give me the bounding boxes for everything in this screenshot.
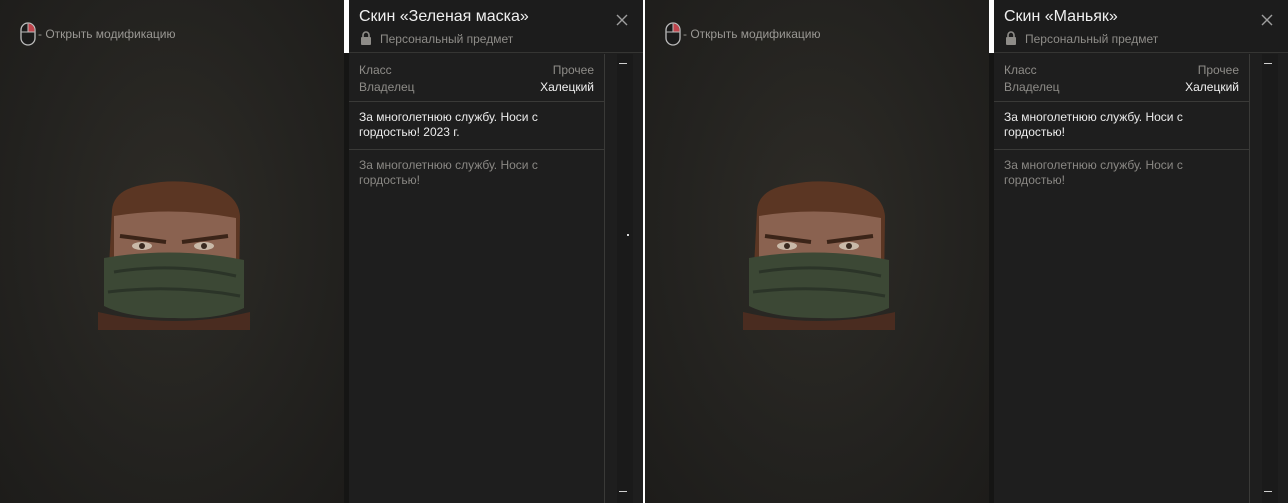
character-portrait	[743, 181, 895, 330]
scrollbar[interactable]	[1262, 54, 1278, 503]
panel-header: Скин «Зеленая маска» Персональный предме…	[349, 0, 643, 53]
scroll-bottom-cap	[619, 491, 627, 492]
item-subtitle: Персональный предмет	[380, 32, 514, 46]
stat-label: Владелец	[359, 80, 415, 94]
character-portrait	[98, 181, 250, 330]
stat-row-class: Класс Прочее	[1004, 62, 1239, 79]
item-subtitle: Персональный предмет	[1025, 32, 1159, 46]
close-icon	[616, 14, 628, 26]
item-title: Скин «Маньяк»	[1004, 8, 1118, 25]
info-panel: Скин «Маньяк» Персональный предмет Класс…	[994, 0, 1288, 503]
info-panel: Скин «Зеленая маска» Персональный предме…	[349, 0, 643, 503]
stat-row-owner: Владелец Халецкий	[359, 79, 594, 96]
item-preview: - Открыть модификацию	[645, 0, 989, 503]
item-description: За многолетнюю службу. Носи с гордостью!	[994, 102, 1249, 150]
info-content: Класс Прочее Владелец Халецкий За многол…	[994, 54, 1250, 503]
panel-header: Скин «Маньяк» Персональный предмет	[994, 0, 1288, 53]
stat-row-owner: Владелец Халецкий	[1004, 79, 1239, 96]
item-lore: За многолетнюю службу. Носи с гордостью!	[359, 158, 538, 187]
scrollbar[interactable]	[617, 54, 633, 503]
open-mod-hint-text: - Открыть модификацию	[38, 27, 176, 41]
close-button[interactable]	[614, 12, 630, 28]
stats-block: Класс Прочее Владелец Халецкий	[994, 54, 1249, 102]
lock-icon	[361, 31, 371, 45]
stats-block: Класс Прочее Владелец Халецкий	[349, 54, 604, 102]
lock-icon	[1006, 31, 1016, 45]
open-mod-hint[interactable]: - Открыть модификацию	[20, 22, 176, 46]
stat-value: Прочее	[552, 63, 594, 77]
stat-label: Класс	[359, 63, 392, 77]
mouse-right-click-icon	[20, 22, 36, 46]
scroll-bottom-cap	[1264, 491, 1272, 492]
item-description: За многолетнюю службу. Носи с гордостью!…	[349, 102, 604, 150]
scroll-thumb[interactable]	[627, 234, 629, 236]
stat-row-class: Класс Прочее	[359, 62, 594, 79]
mouse-right-click-icon	[665, 22, 681, 46]
stat-value: Халецкий	[1185, 80, 1239, 94]
stat-value: Прочее	[1197, 63, 1239, 77]
scroll-top-cap	[1264, 63, 1272, 64]
item-lore: За многолетнюю службу. Носи с гордостью!	[1004, 158, 1183, 187]
stat-label: Класс	[1004, 63, 1037, 77]
item-card: - Открыть модификацию Скин «Маньяк» Перс…	[645, 0, 1288, 503]
open-mod-hint-text: - Открыть модификацию	[683, 27, 821, 41]
close-icon	[1261, 14, 1273, 26]
stat-label: Владелец	[1004, 80, 1060, 94]
stat-value: Халецкий	[540, 80, 594, 94]
open-mod-hint[interactable]: - Открыть модификацию	[665, 22, 821, 46]
item-title: Скин «Зеленая маска»	[359, 8, 529, 25]
close-button[interactable]	[1259, 12, 1275, 28]
item-preview: - Открыть модификацию	[0, 0, 344, 503]
scroll-top-cap	[619, 63, 627, 64]
item-card: - Открыть модификацию Скин «Зеленая маск…	[0, 0, 643, 503]
info-content: Класс Прочее Владелец Халецкий За многол…	[349, 54, 605, 503]
